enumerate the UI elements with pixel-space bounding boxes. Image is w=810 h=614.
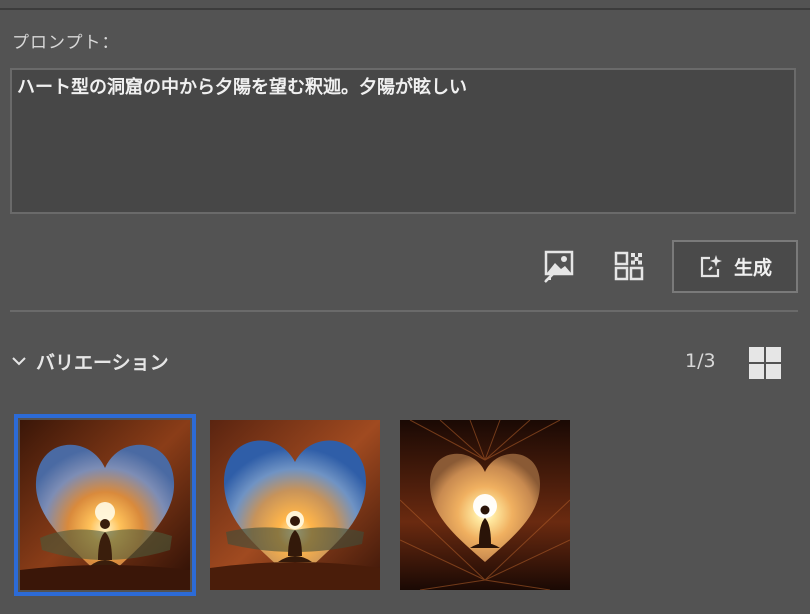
buddha-heart-cave-image bbox=[210, 420, 380, 590]
variations-toggle[interactable]: バリエーション bbox=[10, 346, 169, 376]
variation-thumbnail-3[interactable] bbox=[400, 420, 570, 590]
prompt-label: プロンプト： bbox=[12, 33, 120, 53]
variation-thumbnail-2[interactable] bbox=[210, 420, 380, 590]
top-divider bbox=[0, 8, 810, 10]
grid-view-button[interactable] bbox=[748, 346, 782, 380]
generate-button[interactable]: 生成 bbox=[672, 240, 798, 293]
variations-title: バリエーション bbox=[36, 351, 169, 374]
image-reference-button[interactable] bbox=[541, 248, 577, 284]
chevron-down-icon bbox=[12, 357, 26, 366]
image-reference-icon bbox=[544, 250, 574, 283]
page-indicator: 1/3 bbox=[685, 350, 716, 372]
grid-view-icon bbox=[749, 347, 781, 379]
qr-code-button[interactable] bbox=[611, 248, 647, 284]
prompt-input[interactable]: ハート型の洞窟の中から夕陽を望む釈迦。夕陽が眩しい bbox=[10, 68, 796, 214]
qr-code-icon bbox=[614, 251, 644, 281]
sparkle-generate-icon bbox=[700, 254, 722, 277]
section-divider bbox=[10, 310, 798, 312]
generate-label: 生成 bbox=[733, 257, 772, 279]
buddha-heart-cave-image bbox=[400, 420, 570, 590]
buddha-heart-cave-image bbox=[20, 420, 190, 590]
variation-thumbnail-1[interactable] bbox=[14, 414, 196, 596]
